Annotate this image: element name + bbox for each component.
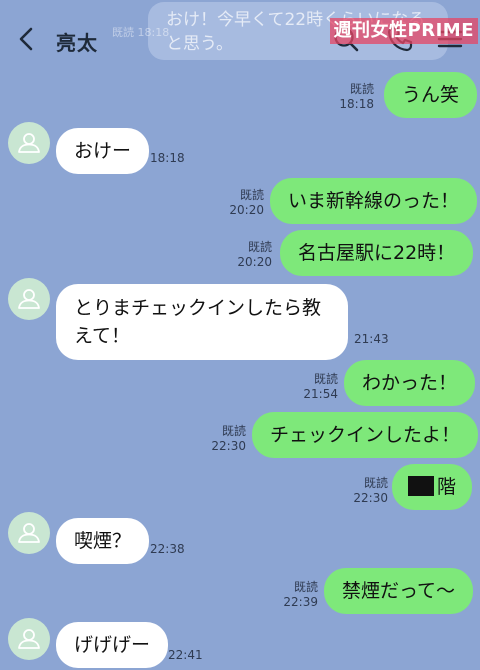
my-message-bubble[interactable]: いま新幹線のった！ — [270, 178, 478, 224]
message-meta: 既読 18:18 — [328, 82, 374, 112]
contact-message-bubble[interactable]: 喫煙？ — [56, 518, 150, 564]
my-message-bubble[interactable]: チェックインしたよ！ — [252, 412, 479, 458]
contact-avatar[interactable] — [8, 122, 50, 164]
default-avatar-icon — [18, 523, 40, 543]
contact-avatar[interactable] — [8, 512, 50, 554]
back-chevron-icon[interactable] — [14, 26, 40, 52]
read-receipt: 既読 — [221, 424, 246, 438]
chat-header: おけ！今早くて22時くらいになると思う。 既読 18:18 亮太 週刊女性PRI… — [0, 0, 480, 78]
message-meta: 既読 22:39 — [276, 580, 318, 610]
message-time: 22:41 — [168, 648, 203, 662]
message-meta: 既読 21:54 — [296, 372, 338, 402]
my-message-bubble[interactable]: 階 — [392, 464, 473, 510]
default-avatar-icon — [18, 133, 40, 153]
read-receipt: 既読 — [363, 476, 388, 490]
default-avatar-icon — [18, 629, 40, 649]
redaction-block — [408, 476, 434, 496]
message-time: 21:54 — [303, 387, 338, 401]
message-time: 20:20 — [229, 203, 264, 217]
message-time: 20:20 — [237, 255, 272, 269]
message-meta: 既読 20:20 — [230, 240, 272, 270]
message-meta: 既読 20:20 — [222, 188, 264, 218]
read-receipt: 既読 — [247, 240, 272, 254]
my-message-bubble[interactable]: 名古屋駅に22時！ — [280, 230, 474, 276]
my-message-bubble[interactable]: わかった！ — [344, 360, 476, 406]
read-receipt: 既読 — [293, 580, 318, 594]
contact-message-bubble[interactable]: おけー — [56, 128, 150, 174]
my-message-bubble[interactable]: 禁煙だって〜 — [324, 568, 474, 614]
message-meta: 既読 22:30 — [204, 424, 246, 454]
message-time: 18:18 — [339, 97, 374, 111]
read-receipt: 既読 — [239, 188, 264, 202]
message-time: 22:30 — [353, 491, 388, 505]
chat-title: 亮太 — [56, 31, 98, 55]
message-time: 21:43 — [354, 332, 389, 346]
message-time: 22:39 — [283, 595, 318, 609]
default-avatar-icon — [18, 289, 40, 309]
message-time: 18:18 — [150, 151, 185, 165]
contact-avatar[interactable] — [8, 278, 50, 320]
publisher-watermark: 週刊女性PRIME — [329, 18, 478, 44]
read-receipt: 既読 — [313, 372, 338, 386]
message-time: 22:30 — [211, 439, 246, 453]
read-receipt: 既読 — [349, 82, 374, 96]
my-message-bubble[interactable]: うん笑 — [384, 72, 478, 118]
chat-screen: おけ！今早くて22時くらいになると思う。 既読 18:18 亮太 週刊女性PRI… — [0, 0, 480, 670]
message-time: 22:38 — [150, 542, 185, 556]
contact-message-bubble[interactable]: げげげー — [56, 622, 169, 668]
message-text: 階 — [437, 476, 457, 498]
message-meta: 既読 22:30 — [346, 476, 388, 506]
ghost-message-meta: 既読 18:18 — [112, 26, 170, 39]
contact-avatar[interactable] — [8, 618, 50, 660]
contact-message-bubble[interactable]: とりまチェックインしたら教えて！ — [56, 284, 348, 360]
